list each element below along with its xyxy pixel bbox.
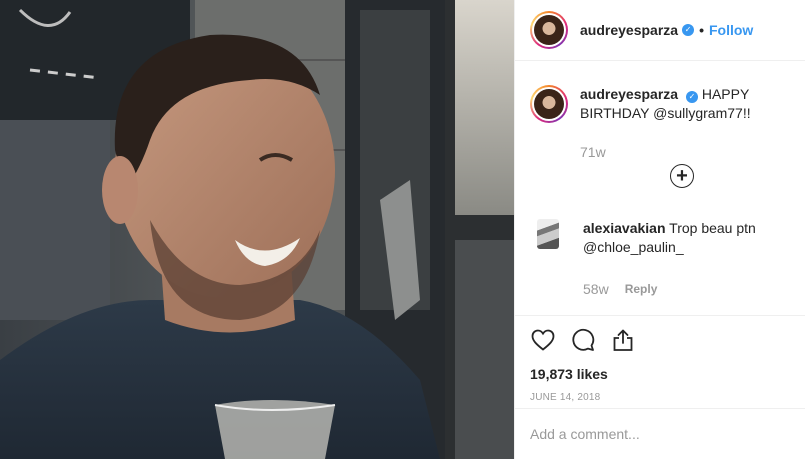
reply-button[interactable]: Reply <box>625 280 658 299</box>
likes-count[interactable]: 19,873 likes <box>530 366 790 382</box>
author-avatar-image <box>534 15 564 45</box>
caption-avatar-image <box>534 89 564 119</box>
comment-icon[interactable] <box>570 327 596 353</box>
share-icon[interactable] <box>610 327 636 353</box>
add-comment-input[interactable] <box>530 426 790 442</box>
post-date[interactable]: JUNE 14, 2018 <box>530 392 790 403</box>
plus-circle-icon: + <box>676 164 688 187</box>
comment-item: alexiavakian Trop beau ptn @chloe_paulin… <box>537 219 795 299</box>
caption-mention-link[interactable]: @sullygram77!! <box>653 105 750 121</box>
comments-list[interactable]: audreyesparza ✓ HAPPY BIRTHDAY @sullygra… <box>515 62 805 324</box>
author-avatar[interactable] <box>530 11 568 49</box>
verified-badge-icon: ✓ <box>682 24 695 36</box>
comment-mention-link[interactable]: @chloe_paulin_ <box>583 239 684 255</box>
post-header: audreyesparza ✓ • Follow <box>515 0 805 61</box>
load-more-comments-button[interactable]: + <box>670 164 694 188</box>
photo-image <box>0 0 514 459</box>
follow-button[interactable]: Follow <box>709 22 753 38</box>
post-sidebar: audreyesparza ✓ • Follow audreyesparza ✓… <box>514 0 805 459</box>
caption-timestamp[interactable]: 71w <box>580 143 795 162</box>
author-username[interactable]: audreyesparza <box>580 22 678 38</box>
caption-username[interactable]: audreyesparza <box>580 86 678 102</box>
commenter-avatar[interactable] <box>537 219 559 249</box>
caption-avatar[interactable] <box>530 85 568 123</box>
comment-timestamp[interactable]: 58w <box>583 280 609 299</box>
caption-verified-badge-icon: ✓ <box>685 91 698 103</box>
heart-icon[interactable] <box>530 327 556 353</box>
header-separator: • <box>699 22 704 38</box>
post-actions: 19,873 likes JUNE 14, 2018 <box>515 315 805 403</box>
comment-username[interactable]: alexiavakian <box>583 220 666 236</box>
post-photo[interactable] <box>0 0 514 459</box>
comment-text: Trop beau ptn <box>669 220 756 236</box>
add-comment-area <box>515 408 805 459</box>
post-caption: audreyesparza ✓ HAPPY BIRTHDAY @sullygra… <box>515 62 805 162</box>
